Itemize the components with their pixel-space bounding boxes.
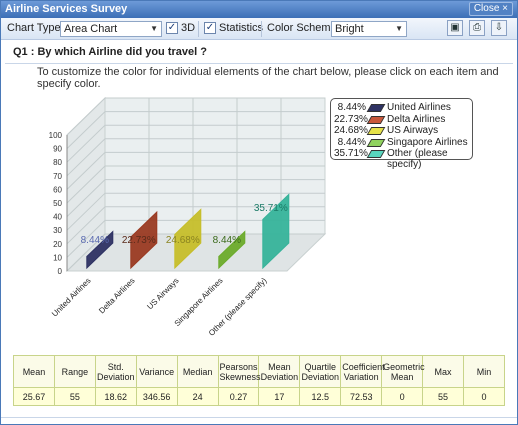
legend-percent: 35.71% <box>334 148 368 159</box>
stats-value-cell: 72.53 <box>340 387 383 406</box>
toolbar-divider <box>261 21 262 37</box>
stats-header-cell: Range <box>53 355 96 388</box>
legend-item[interactable]: 35.71% Other (please specify) <box>331 148 474 170</box>
legend-percent: 8.44% <box>337 102 366 113</box>
statistics-label: Statistics <box>219 22 264 34</box>
stats-value-cell: 18.62 <box>94 387 137 406</box>
stats-header-cell: Geometric Mean <box>381 355 425 388</box>
legend-label: Delta Airlines <box>387 113 446 125</box>
stats-header-cell: Median <box>176 355 219 388</box>
y-tick-label: 80 <box>53 158 62 167</box>
toolbar-divider <box>198 21 199 37</box>
legend-swatch <box>366 150 386 158</box>
survey-window: Airline Services Survey Close × Chart Ty… <box>0 0 518 425</box>
y-tick-label: 100 <box>49 131 63 140</box>
stats-value-cell: 0.27 <box>217 387 260 406</box>
legend-label: US Airways <box>387 125 439 136</box>
print-icon[interactable]: ⎙ <box>469 20 485 36</box>
save-icon[interactable]: ▣ <box>447 20 463 36</box>
data-label: 22.73% <box>122 235 156 246</box>
chart-type-label: Chart Type: <box>7 22 64 34</box>
stats-header-cell: Quartile Deviation <box>299 355 342 388</box>
title-bar: Airline Services Survey Close × <box>1 1 517 18</box>
stats-header-row: Mean Range Std. Deviation Variance Median Pea… <box>13 355 506 388</box>
legend-percent: 22.73% <box>334 113 368 125</box>
stats-value-row: 25.67 55 18.62 346.56 24 0.27 17 12.5 72.53 0 55 0 <box>13 387 506 406</box>
stats-value-cell: 17 <box>258 387 301 406</box>
y-tick-label: 90 <box>53 145 62 154</box>
stats-value-cell: 0 <box>462 387 506 406</box>
stats-value-cell: 346.56 <box>135 387 178 406</box>
chevron-down-icon: ▼ <box>395 24 403 33</box>
statistics-checkbox[interactable]: ✓ <box>204 22 216 34</box>
y-tick-label: 50 <box>53 199 62 208</box>
close-button[interactable]: Close × <box>468 2 513 16</box>
legend-item[interactable]: 22.73% Delta Airlines <box>331 114 474 126</box>
data-label: 8.44% <box>213 235 241 246</box>
stats-header-cell: Min <box>462 355 506 388</box>
legend-percent: 8.44% <box>337 136 366 148</box>
color-scheme-select[interactable]: Bright ▼ <box>331 21 407 37</box>
y-tick-label: 0 <box>58 267 63 276</box>
y-tick-label: 40 <box>53 213 62 222</box>
x-tick-label: Delta Airlines <box>97 276 136 315</box>
stats-value-cell: 24 <box>176 387 219 406</box>
window-title: Airline Services Survey <box>5 3 128 15</box>
statistics-table: Mean Range Std. Deviation Variance Median Pea… <box>13 355 506 406</box>
legend-label: Singapore Airlines <box>387 136 468 148</box>
stats-value-cell: 25.67 <box>13 387 55 406</box>
color-scheme-label: Color Scheme: <box>267 22 340 34</box>
stats-value-cell: 55 <box>422 387 464 406</box>
divider <box>5 63 513 64</box>
legend-item[interactable]: 8.44% United Airlines <box>331 102 474 114</box>
legend-item[interactable]: 8.44% Singapore Airlines <box>331 137 474 149</box>
3d-label: 3D <box>181 22 196 34</box>
y-tick-label: 70 <box>53 172 62 181</box>
x-tick-label: United Airlines <box>50 276 93 319</box>
data-label: 35.71% <box>254 203 288 214</box>
toolbar: Chart Type: Area Chart ▼ ✓ 3D ✓ Statisti… <box>1 18 517 40</box>
3d-checkbox[interactable]: ✓ <box>166 22 178 34</box>
data-label: 24.68% <box>166 235 200 246</box>
stats-header-cell: Std. Deviation <box>94 355 137 388</box>
stats-header-cell: Mean <box>13 355 55 388</box>
divider <box>1 417 517 418</box>
stats-value-cell: 12.5 <box>299 387 342 406</box>
color-scheme-value: Bright <box>335 23 364 35</box>
chart-type-value: Area Chart <box>64 23 118 35</box>
question-title: Q1 : By which Airline did you travel ? <box>13 46 207 58</box>
legend-item[interactable]: 24.68% US Airways <box>331 125 474 137</box>
export-icon[interactable]: ⇩ <box>491 20 507 36</box>
legend-swatch <box>366 115 386 124</box>
legend-label: United Airlines <box>387 102 451 113</box>
chart-type-select[interactable]: Area Chart ▼ <box>60 21 162 37</box>
stats-header-cell: Max <box>422 355 464 388</box>
stats-header-cell: Mean Deviation <box>258 355 301 388</box>
chart-legend: 8.44% United Airlines 22.73% Delta Airlines… <box>330 98 474 170</box>
stats-value-cell: 55 <box>53 387 96 406</box>
y-tick-label: 10 <box>53 253 62 262</box>
chevron-down-icon: ▼ <box>150 24 158 33</box>
legend-percent: 24.68% <box>334 125 368 136</box>
stats-header-cell: Variance <box>135 355 178 388</box>
data-label: 8.44% <box>81 235 109 246</box>
legend-swatch <box>366 127 386 135</box>
legend-swatch <box>366 138 386 147</box>
y-tick-label: 30 <box>53 226 62 235</box>
legend-label: Other (please specify) <box>387 148 448 170</box>
stats-header-cell: Coefficient Variation <box>340 355 385 388</box>
y-tick-label: 20 <box>53 240 62 249</box>
stats-value-cell: 0 <box>381 387 424 406</box>
x-tick-label: US Airways <box>145 276 180 311</box>
legend-swatch <box>366 104 386 112</box>
y-tick-label: 60 <box>53 185 62 194</box>
stats-header-cell: Pearsons Skewness <box>217 355 261 388</box>
